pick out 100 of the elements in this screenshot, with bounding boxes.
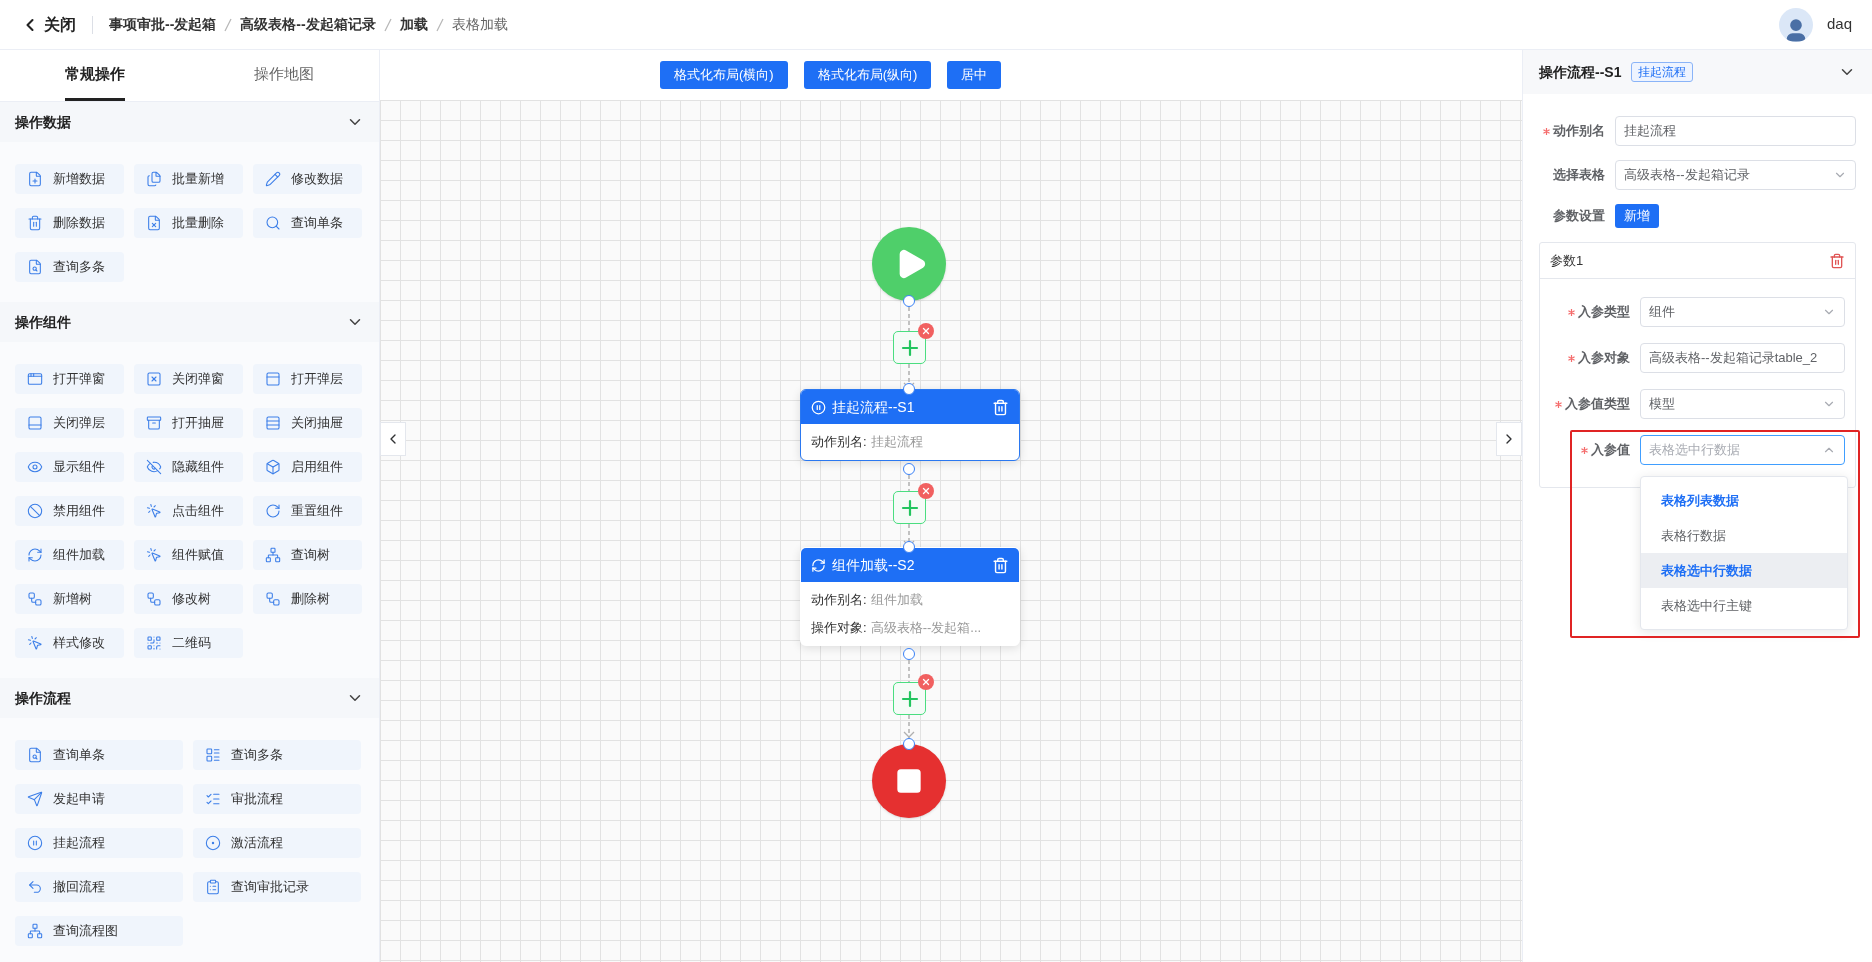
start-node[interactable] [872,227,946,301]
toolbar-button[interactable]: 格式化布局(横向) [660,61,788,89]
dropdown-option[interactable]: 表格行数据 [1641,518,1847,553]
step-card[interactable]: 组件加载--S2 动作别名: 组件加载 操作对象: 高级表格--发起箱... [800,547,1020,646]
toolbar-button[interactable]: 格式化布局(纵向) [803,61,932,89]
connection-port[interactable] [903,738,915,750]
eye-icon [27,459,43,475]
action-item[interactable]: 禁用组件 [15,496,124,526]
action-item[interactable]: 查询多条 [15,252,124,282]
breadcrumb-link[interactable]: 加载 [399,14,428,35]
field-label: 入参值类型 [1565,395,1630,414]
section-header[interactable]: 操作组件 [0,302,379,342]
add-step-button[interactable] [893,331,926,364]
file-search-icon [27,259,43,275]
step-card[interactable]: 挂起流程--S1 动作别名: 挂起流程 [800,389,1020,461]
action-item[interactable]: 查询审批记录 [193,872,361,902]
action-item[interactable]: 修改树 [134,584,243,614]
action-item[interactable]: 组件加载 [15,540,124,570]
circle-dot-icon [205,835,221,851]
action-item[interactable]: 查询单条 [15,740,183,770]
connection-port[interactable] [903,463,915,475]
pencil-icon [265,171,281,187]
section-header[interactable]: 操作数据 [0,102,379,142]
option-label: 表格选中行数据 [1661,561,1752,580]
select-field[interactable]: 高级表格--发起箱记录 [1615,160,1856,190]
breadcrumb-separator-icon [383,17,392,32]
action-item[interactable]: 发起申请 [15,784,183,814]
file-x-icon [146,215,162,231]
connection-port[interactable] [903,383,915,395]
pointer-click-icon [146,503,162,519]
dropdown-option[interactable]: 表格选中行主键 [1641,588,1847,623]
breadcrumb-link[interactable]: 表格加载 [451,14,508,35]
text-field[interactable]: 挂起流程 [1615,116,1856,146]
avatar-icon[interactable] [1778,7,1813,42]
action-item[interactable]: 打开弹层 [253,364,362,394]
action-item[interactable]: 查询单条 [253,208,362,238]
text-field[interactable]: 高级表格--发起箱记录table_2 [1640,343,1845,373]
panel-title: 操作流程--S1 [1539,62,1622,82]
pause-icon [27,835,43,851]
breadcrumb-link[interactable]: 高级表格--发起箱记录 [240,14,376,35]
action-item[interactable]: 查询流程图 [15,916,183,946]
action-item[interactable]: 挂起流程 [15,828,183,858]
option-label: 表格选中行主键 [1661,596,1752,615]
action-item[interactable]: 显示组件 [15,452,124,482]
panel-tab[interactable]: 操作地图 [189,50,379,101]
action-item[interactable]: 新增数据 [15,164,124,194]
remove-badge[interactable] [918,674,934,690]
connection-port[interactable] [903,648,915,660]
action-item[interactable]: 打开抽屉 [134,408,243,438]
action-item[interactable]: 删除数据 [15,208,124,238]
field-label: 参数设置 [1552,207,1605,226]
action-item[interactable]: 查询多条 [193,740,361,770]
action-item[interactable]: 批量新增 [134,164,243,194]
select-field[interactable]: 组件 [1640,297,1845,327]
add-button[interactable]: 新增 [1615,204,1659,228]
remove-badge[interactable] [918,483,934,499]
breadcrumb-link[interactable]: 事项审批--发起箱 [109,14,217,35]
action-item[interactable]: 撤回流程 [15,872,183,902]
action-item[interactable]: 关闭弹窗 [134,364,243,394]
eye-off-icon [146,459,162,475]
action-item[interactable]: 删除树 [253,584,362,614]
select-field[interactable]: 模型 [1640,389,1845,419]
action-item[interactable]: 批量删除 [134,208,243,238]
field-label: 入参类型 [1578,303,1630,322]
section-header[interactable]: 操作流程 [0,678,379,718]
close-button[interactable]: 关闭 [20,12,76,37]
action-item[interactable]: 修改数据 [253,164,362,194]
add-step-button[interactable] [893,682,926,715]
connection-port[interactable] [903,541,915,553]
user-name: daq [1826,14,1852,35]
stop-icon [895,767,923,795]
action-item[interactable]: 新增树 [15,584,124,614]
checklist-icon [205,791,221,807]
delete-icon[interactable] [992,556,1009,574]
action-item[interactable]: 点击组件 [134,496,243,526]
delete-icon[interactable] [1829,252,1845,269]
dropdown-option[interactable]: 表格选中行数据 [1641,553,1847,588]
action-item[interactable]: 隐藏组件 [134,452,243,482]
action-item[interactable]: 样式修改 [15,628,124,658]
action-item[interactable]: 激活流程 [193,828,361,858]
dropdown-option[interactable]: 表格列表数据 [1641,483,1847,518]
action-item[interactable]: 打开弹窗 [15,364,124,394]
action-item[interactable]: 二维码 [134,628,243,658]
collapse-right-button[interactable] [1496,422,1522,456]
action-item[interactable]: 组件赋值 [134,540,243,570]
delete-icon[interactable] [992,398,1009,416]
field-label: 入参值 [1591,441,1630,460]
undo-icon [27,879,43,895]
action-item[interactable]: 查询树 [253,540,362,570]
action-item[interactable]: 关闭弹层 [15,408,124,438]
action-item[interactable]: 关闭抽屉 [253,408,362,438]
param-title: 参数1 [1550,251,1584,270]
action-item[interactable]: 重置组件 [253,496,362,526]
action-item[interactable]: 审批流程 [193,784,361,814]
toolbar-button[interactable]: 居中 [947,61,1002,89]
remove-badge[interactable] [918,323,934,339]
end-node[interactable] [872,744,946,818]
collapse-left-button[interactable] [380,422,406,456]
add-step-button[interactable] [893,491,926,524]
action-item[interactable]: 启用组件 [253,452,362,482]
